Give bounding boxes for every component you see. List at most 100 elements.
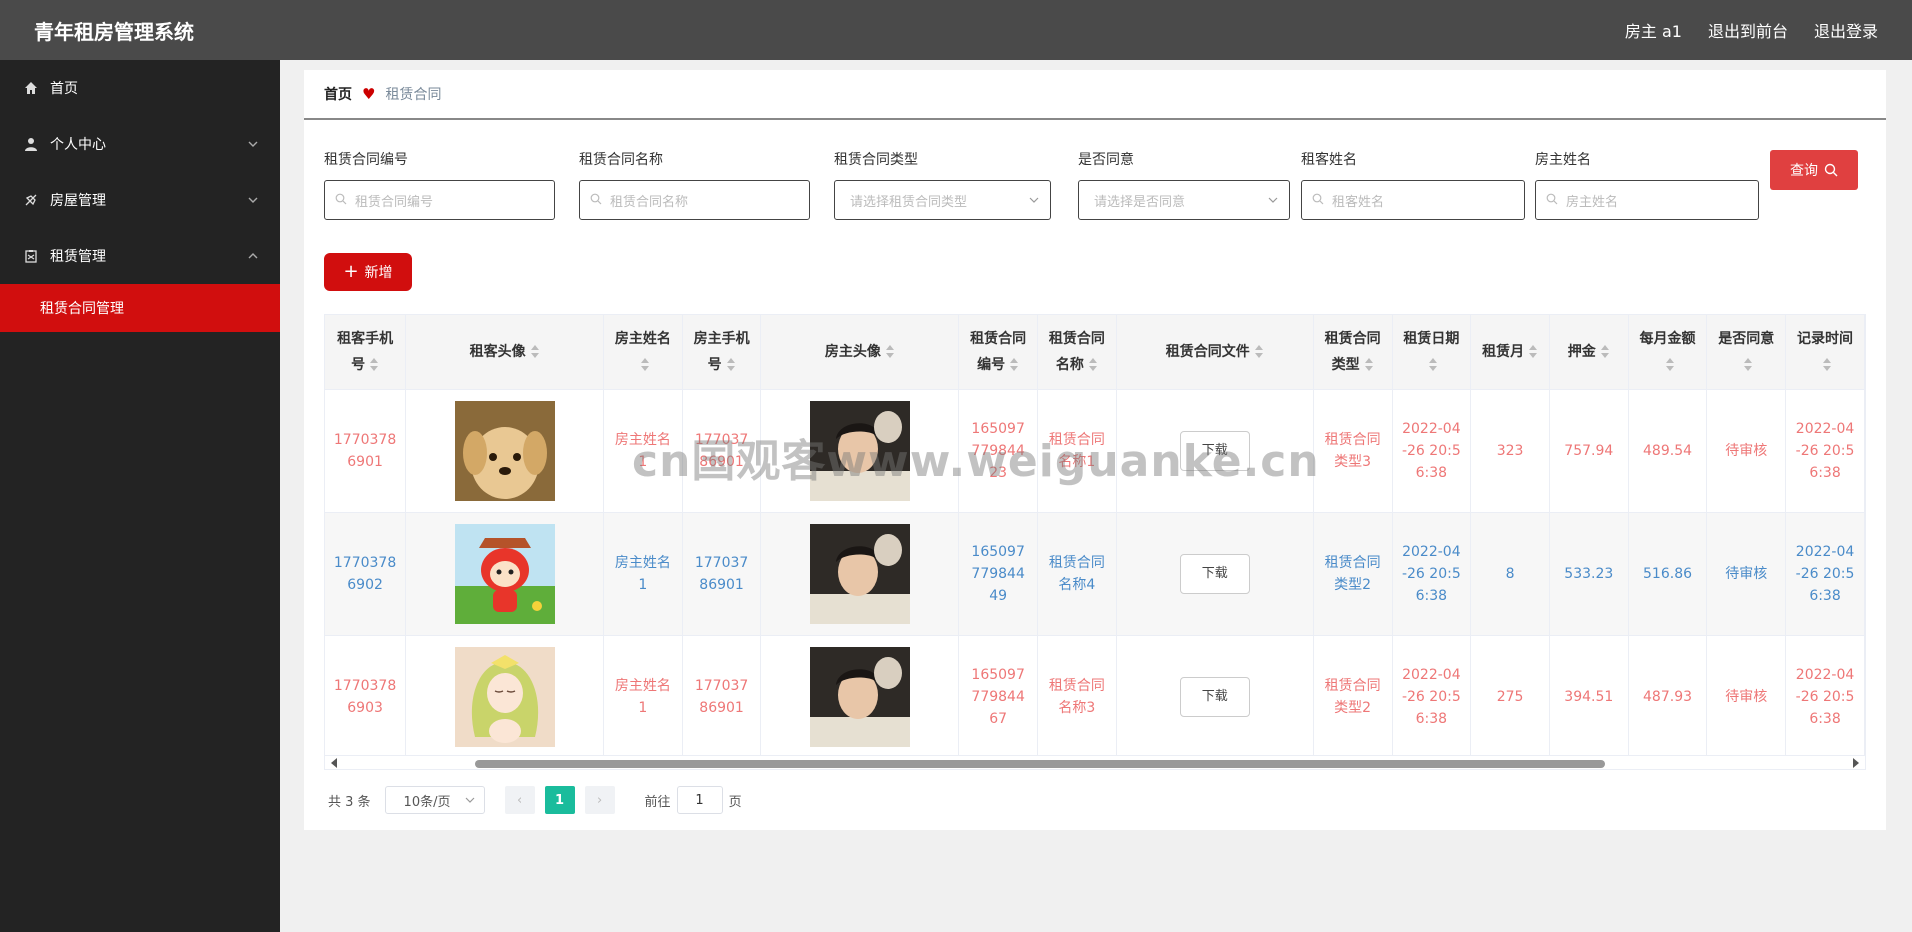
- sort-icon[interactable]: [885, 344, 895, 359]
- sort-icon[interactable]: [1822, 357, 1832, 372]
- table-row: 17703786902 房主姓名1 17703786901 1650977798…: [325, 512, 1865, 636]
- column-header[interactable]: 是否同意: [1706, 315, 1787, 390]
- cell-contract-file: 下载: [1116, 389, 1314, 513]
- sort-icon[interactable]: [1428, 357, 1438, 372]
- breadcrumb: 首页 ♥ 租赁合同: [304, 70, 1886, 120]
- sort-icon[interactable]: [1364, 357, 1374, 372]
- cell-months: 323: [1470, 389, 1550, 513]
- goto-front-link[interactable]: 退出到前台: [1708, 18, 1788, 42]
- sidebar-item-house-management[interactable]: 房屋管理: [0, 172, 280, 228]
- column-header[interactable]: 每月金额: [1628, 315, 1708, 390]
- table-row: 17703786901 房主姓名1 17703786901 1650977798…: [325, 389, 1865, 513]
- download-button[interactable]: 下载: [1179, 676, 1250, 717]
- placeholder-text: 请选择是否同意: [1094, 194, 1186, 210]
- breadcrumb-home[interactable]: 首页: [324, 84, 352, 104]
- contract-no-input[interactable]: 租赁合同编号: [324, 180, 555, 220]
- sort-icon[interactable]: [1665, 357, 1675, 372]
- cell-owner-phone: 17703786901: [682, 512, 762, 636]
- current-user-label[interactable]: 房主 a1: [1625, 18, 1682, 42]
- heart-icon: ♥: [362, 85, 376, 103]
- cell-contract-no: 16509777984467: [958, 635, 1038, 759]
- goto-suffix: 页: [728, 794, 742, 810]
- cell-owner-avatar: [760, 389, 960, 513]
- sort-icon[interactable]: [1600, 344, 1610, 359]
- filter-label: 房主姓名: [1535, 152, 1591, 168]
- cell-contract-type: 租赁合同类型2: [1313, 512, 1393, 636]
- column-header[interactable]: 押金: [1549, 315, 1629, 390]
- goto-page-input[interactable]: 1: [676, 786, 723, 814]
- column-header[interactable]: 租客头像: [405, 315, 604, 390]
- sidebar-item-lease-management[interactable]: 租赁管理: [0, 228, 280, 284]
- sort-icon[interactable]: [1528, 344, 1538, 359]
- sidebar: 首页 个人中心 房屋管理 租赁管理 租赁合同管理: [0, 60, 280, 932]
- owner-name-input[interactable]: 房主姓名: [1535, 180, 1759, 220]
- column-header[interactable]: 租赁合同名称: [1037, 315, 1117, 390]
- download-button[interactable]: 下载: [1179, 553, 1250, 594]
- sort-icon[interactable]: [726, 357, 736, 372]
- sort-icon[interactable]: [1254, 344, 1264, 359]
- sort-icon[interactable]: [640, 357, 650, 372]
- page-number-button[interactable]: 1: [544, 786, 575, 814]
- cell-owner-avatar: [760, 635, 960, 759]
- prev-page-button[interactable]: ‹: [504, 786, 535, 814]
- clipboard-icon: [24, 249, 42, 263]
- column-header[interactable]: 租赁合同编号: [958, 315, 1038, 390]
- cell-contract-type: 租赁合同类型2: [1313, 635, 1393, 759]
- logout-link[interactable]: 退出登录: [1814, 18, 1878, 42]
- page-size-select[interactable]: 10条/页: [384, 786, 485, 814]
- column-header[interactable]: 租赁合同类型: [1313, 315, 1393, 390]
- cell-contract-name: 租赁合同名称1: [1037, 389, 1117, 513]
- sort-icon[interactable]: [1009, 357, 1019, 372]
- sort-icon[interactable]: [530, 344, 540, 359]
- contract-name-input[interactable]: 租赁合同名称: [579, 180, 810, 220]
- placeholder-text: 请选择租赁合同类型: [850, 194, 968, 210]
- horizontal-scrollbar[interactable]: [325, 755, 1865, 769]
- filter-agree: 是否同意 请选择是否同意: [1078, 150, 1290, 220]
- column-header[interactable]: 记录时间: [1785, 315, 1865, 390]
- home-icon: [24, 81, 42, 95]
- scroll-left-icon[interactable]: [331, 758, 337, 768]
- contract-type-select[interactable]: 请选择租赁合同类型: [834, 180, 1051, 220]
- column-header[interactable]: 租赁合同文件: [1116, 315, 1314, 390]
- add-button[interactable]: + 新增: [324, 253, 412, 291]
- filter-label: 租赁合同名称: [579, 152, 663, 168]
- column-header[interactable]: 房主姓名: [603, 315, 683, 390]
- sidebar-item-personal-center[interactable]: 个人中心: [0, 116, 280, 172]
- sidebar-subitem-contract-management[interactable]: 租赁合同管理: [0, 284, 280, 332]
- table-header-row: 租客手机号 租客头像 房主姓名 房主手机号 房主头像 租赁合同编号 租赁合同名称…: [325, 315, 1865, 390]
- add-button-label: 新增: [364, 265, 393, 281]
- column-header[interactable]: 租赁月: [1470, 315, 1550, 390]
- scrollbar-thumb[interactable]: [475, 760, 1605, 768]
- agree-select[interactable]: 请选择是否同意: [1078, 180, 1290, 220]
- sort-icon[interactable]: [369, 357, 379, 372]
- placeholder-text: 租客姓名: [1332, 194, 1385, 210]
- column-header[interactable]: 租客手机号: [325, 315, 407, 390]
- search-button-label: 查询: [1790, 163, 1818, 179]
- cell-deposit: 394.51: [1549, 635, 1629, 759]
- next-page-button[interactable]: ›: [584, 786, 615, 814]
- search-icon: [590, 193, 604, 207]
- owner-avatar-photo: [809, 646, 910, 747]
- pagination-total: 共 3 条: [328, 794, 371, 810]
- cell-record-time: 2022-04-26 20:56:38: [1785, 635, 1865, 759]
- sidebar-item-label: 租赁管理: [50, 249, 106, 265]
- chevron-right-icon: ›: [596, 792, 603, 808]
- plus-icon: +: [343, 261, 359, 282]
- placeholder-text: 房主姓名: [1566, 194, 1619, 210]
- column-header[interactable]: 房主手机号: [682, 315, 762, 390]
- cell-lease-date: 2022-04-26 20:56:38: [1392, 389, 1472, 513]
- sort-icon[interactable]: [1088, 357, 1098, 372]
- sidebar-item-home[interactable]: 首页: [0, 60, 280, 116]
- search-button[interactable]: 查询: [1770, 150, 1858, 190]
- scroll-right-icon[interactable]: [1853, 758, 1859, 768]
- column-header[interactable]: 房主头像: [760, 315, 960, 390]
- column-header[interactable]: 租赁日期: [1392, 315, 1472, 390]
- cell-owner-avatar: [760, 512, 960, 636]
- table-row: 17703786903 房主姓名1 17703786901 1650977798…: [325, 635, 1865, 759]
- download-button[interactable]: 下载: [1179, 430, 1250, 471]
- chevron-down-icon: [248, 141, 258, 147]
- tenant-name-input[interactable]: 租客姓名: [1301, 180, 1525, 220]
- filter-contract-type: 租赁合同类型 请选择租赁合同类型: [834, 150, 1051, 220]
- filter-contract-name: 租赁合同名称 租赁合同名称: [579, 150, 810, 220]
- sort-icon[interactable]: [1743, 357, 1753, 372]
